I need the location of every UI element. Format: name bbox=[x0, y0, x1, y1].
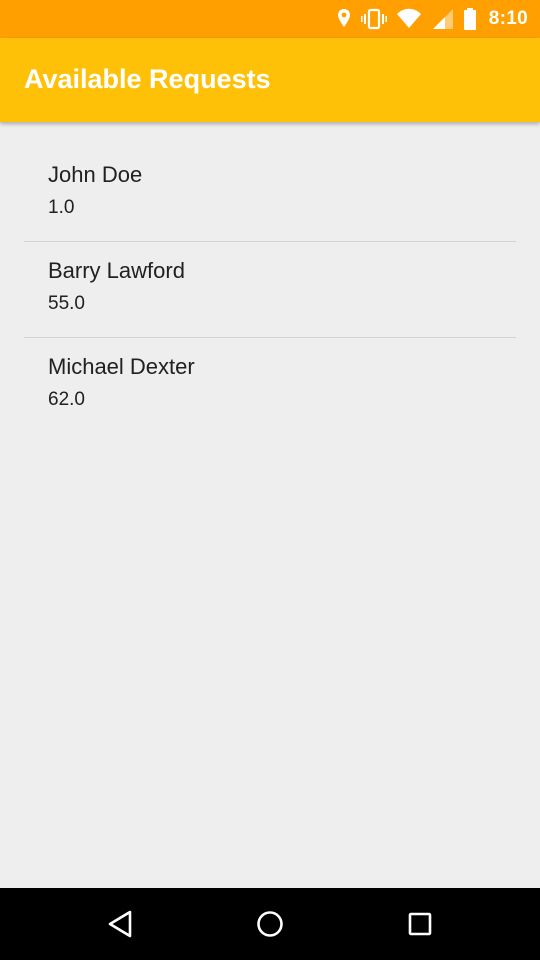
app-bar: Available Requests bbox=[0, 38, 540, 122]
request-list: John Doe 1.0 Barry Lawford 55.0 Michael … bbox=[24, 146, 516, 434]
request-value: 1.0 bbox=[48, 197, 75, 218]
status-bar: 8:10 bbox=[0, 0, 540, 38]
list-item[interactable]: Michael Dexter 62.0 bbox=[24, 338, 516, 434]
location-icon bbox=[337, 8, 351, 30]
request-name: Michael Dexter bbox=[48, 354, 195, 379]
request-name: John Doe bbox=[48, 162, 143, 187]
page-title: Available Requests bbox=[24, 64, 271, 94]
status-icons: 8:10 bbox=[327, 0, 528, 38]
home-icon[interactable] bbox=[252, 906, 288, 942]
request-value: 62.0 bbox=[48, 389, 85, 410]
list-item[interactable]: John Doe 1.0 bbox=[24, 146, 516, 242]
navigation-bar bbox=[0, 888, 540, 960]
request-value: 55.0 bbox=[48, 293, 85, 314]
list-item[interactable]: Barry Lawford 55.0 bbox=[24, 242, 516, 338]
request-name: Barry Lawford bbox=[48, 258, 185, 283]
back-icon[interactable] bbox=[102, 906, 138, 942]
wifi-icon bbox=[396, 8, 421, 30]
signal-icon bbox=[431, 8, 453, 30]
status-time: 8:10 bbox=[488, 8, 528, 29]
vibrate-icon bbox=[360, 8, 387, 30]
battery-icon bbox=[463, 8, 477, 30]
recents-icon[interactable] bbox=[402, 906, 438, 942]
